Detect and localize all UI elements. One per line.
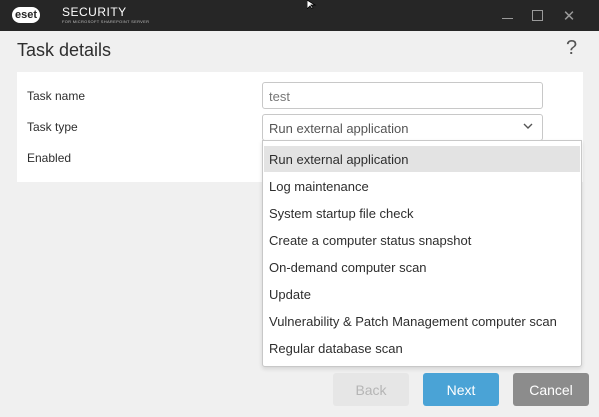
page-title: Task details [17,40,112,60]
maximize-button[interactable] [522,0,552,31]
back-button[interactable]: Back [333,373,409,406]
task-type-dropdown-list: Run external application Log maintenance… [262,140,582,367]
minimize-button[interactable] [492,0,522,31]
dropdown-option[interactable]: Vulnerability & Patch Management compute… [264,308,580,334]
dropdown-option[interactable]: System startup file check [264,200,580,226]
task-type-selected: Run external application [269,121,409,136]
title-bar: eset SECURITY FOR MICROSOFT SHAREPOINT S… [0,0,599,31]
help-icon[interactable]: ? [566,37,577,60]
dropdown-option[interactable]: Create a computer status snapshot [264,227,580,253]
minimize-icon [501,18,513,19]
product-subtitle: FOR MICROSOFT SHAREPOINT SERVER [62,19,150,24]
cancel-button[interactable]: Cancel [513,373,589,406]
task-type-select[interactable]: Run external application [262,114,543,141]
task-type-label: Task type [27,120,78,134]
eset-logo: eset [12,7,41,23]
dropdown-option[interactable]: Log maintenance [264,173,580,199]
mouse-cursor-icon [307,0,317,9]
dropdown-option[interactable]: Regular database scan [264,335,580,361]
product-name: SECURITY [62,5,127,19]
next-button[interactable]: Next [423,373,499,406]
close-icon: ✕ [562,7,576,25]
task-name-label: Task name [27,89,86,103]
dropdown-option[interactable]: Update [264,281,580,307]
task-name-input[interactable]: test [262,82,543,109]
enabled-label: Enabled [27,151,72,165]
maximize-icon [531,10,543,21]
chevron-down-icon [523,123,533,129]
close-button[interactable]: ✕ [554,0,584,31]
dropdown-option[interactable]: Run external application [264,146,580,172]
logo-text: eset [15,9,38,21]
dropdown-option[interactable]: On-demand computer scan [264,254,580,280]
